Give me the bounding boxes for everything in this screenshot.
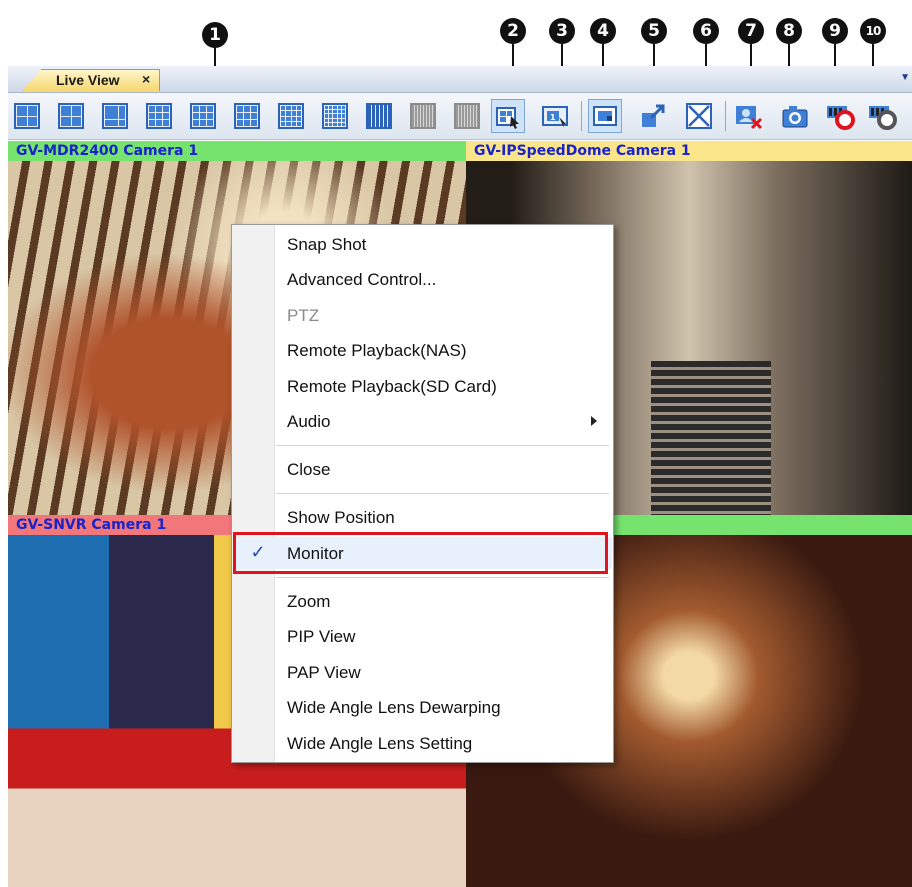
menu-item-label: PIP View	[287, 627, 356, 646]
callout-4: 4	[590, 18, 616, 44]
callout-7: 7	[738, 18, 764, 44]
menu-divider	[276, 493, 609, 494]
tab-close-icon[interactable]: ×	[142, 71, 150, 87]
layout-6x6-icon[interactable]	[362, 99, 396, 133]
layout-3x3a-icon[interactable]	[142, 99, 176, 133]
svg-text:1: 1	[550, 113, 556, 122]
callout-1: 1	[202, 22, 228, 48]
menu-item-label: Advanced Control...	[287, 270, 437, 289]
menu-item-label: PAP View	[287, 663, 361, 682]
layout-2x2a-icon[interactable]	[54, 99, 88, 133]
callout-10: 10	[860, 18, 886, 44]
tab-label: Live View	[56, 72, 120, 88]
menu-item-remote-playback-nas[interactable]: Remote Playback(NAS)	[232, 333, 613, 367]
menu-item-wide-angle-dewarping[interactable]: Wide Angle Lens Dewarping	[232, 690, 613, 724]
menu-item-label: Remote Playback(NAS)	[287, 341, 467, 360]
camera-title: GV-MDR2400 Camera 1	[8, 141, 466, 161]
tab-strip: Live View × ▼	[8, 66, 912, 93]
callout-5: 5	[641, 18, 667, 44]
callout-8: 8	[776, 18, 802, 44]
menu-item-label: PTZ	[287, 306, 320, 325]
menu-divider	[276, 445, 609, 446]
stop-record-icon	[869, 106, 897, 130]
layout-3x3b-icon[interactable]	[186, 99, 220, 133]
stop-record-button[interactable]	[866, 99, 900, 133]
menu-item-wide-angle-setting[interactable]: Wide Angle Lens Setting	[232, 726, 613, 760]
menu-item-show-position[interactable]: Show Position	[232, 500, 613, 534]
menu-item-pap-view[interactable]: PAP View	[232, 655, 613, 689]
snapshot-button[interactable]	[778, 99, 812, 133]
camera-title: GV-IPSpeedDome Camera 1	[466, 141, 912, 161]
menu-item-label: Audio	[287, 412, 331, 431]
close-camera-button[interactable]	[732, 99, 766, 133]
layout-1x1-icon[interactable]	[10, 99, 44, 133]
menu-item-zoom[interactable]: Zoom	[232, 584, 613, 618]
menu-item-audio[interactable]: Audio	[232, 404, 613, 438]
toolbar-separator	[581, 101, 582, 131]
menu-item-ptz: PTZ	[232, 298, 613, 332]
toolbar: 1	[8, 93, 912, 140]
layout-5x5-icon[interactable]	[318, 99, 352, 133]
display-icon	[593, 106, 617, 126]
layout-4x4-icon[interactable]	[274, 99, 308, 133]
popup-icon	[496, 107, 519, 129]
layout-3x3c-icon[interactable]	[230, 99, 264, 133]
callout-2: 2	[500, 18, 526, 44]
toolbar-separator	[725, 101, 726, 131]
record-button[interactable]	[824, 99, 858, 133]
menu-item-label: Snap Shot	[287, 235, 367, 254]
menu-item-label: Wide Angle Lens Setting	[287, 734, 473, 753]
menu-item-pip-view[interactable]: PIP View	[232, 619, 613, 653]
tab-live-view[interactable]: Live View ×	[22, 69, 160, 91]
menu-item-label: Zoom	[287, 592, 331, 611]
monitor-icon: 1	[542, 106, 568, 128]
callout-3: 3	[549, 18, 575, 44]
menu-item-snap-shot[interactable]: Snap Shot	[232, 227, 613, 261]
callout-1-stem	[214, 46, 216, 68]
popup-button[interactable]	[491, 99, 525, 133]
record-icon	[827, 106, 855, 130]
fullscreen-button[interactable]	[682, 99, 716, 133]
layout-8x8-icon[interactable]	[450, 99, 484, 133]
snapshot-icon	[782, 106, 808, 128]
submenu-arrow-icon	[591, 416, 597, 426]
layout-2x2b-icon[interactable]	[98, 99, 132, 133]
fullscreen-icon	[686, 103, 712, 129]
menu-item-label: Close	[287, 460, 331, 479]
callout-6: 6	[693, 18, 719, 44]
menu-item-advanced-control[interactable]: Advanced Control...	[232, 262, 613, 296]
callout-9: 9	[822, 18, 848, 44]
tab-dropdown-icon[interactable]: ▼	[900, 72, 910, 83]
menu-item-label: Remote Playback(SD Card)	[287, 377, 497, 396]
menu-item-remote-playback-sd[interactable]: Remote Playback(SD Card)	[232, 369, 613, 403]
layout-7x7-icon[interactable]	[406, 99, 440, 133]
context-menu: Snap Shot Advanced Control... PTZ Remote…	[231, 224, 614, 763]
display-button[interactable]	[588, 99, 622, 133]
resize-icon	[642, 104, 665, 127]
menu-item-label: Show Position	[287, 508, 395, 527]
close-camera-icon	[736, 106, 763, 130]
monitor-highlight-box	[233, 532, 608, 574]
menu-divider	[276, 577, 609, 578]
menu-item-close[interactable]: Close	[232, 452, 613, 486]
resize-button[interactable]	[636, 99, 670, 133]
menu-item-label: Wide Angle Lens Dewarping	[287, 698, 501, 717]
monitor-button[interactable]: 1	[538, 99, 572, 133]
